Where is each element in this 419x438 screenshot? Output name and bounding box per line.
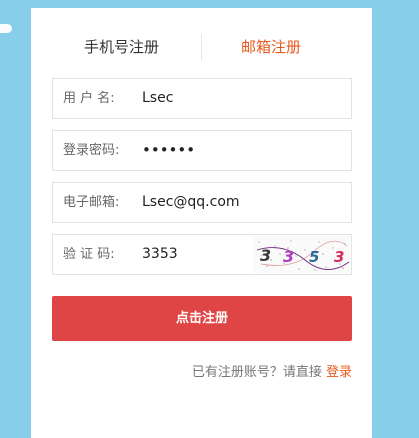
- tab-phone-register[interactable]: 手机号注册: [84, 32, 159, 62]
- email-label: 电子邮箱:: [63, 195, 120, 210]
- password-input[interactable]: ••••••: [142, 131, 195, 170]
- register-card: 手机号注册 邮箱注册 用 户 名: Lsec 登录密码: •••••• 电子邮箱…: [31, 8, 372, 438]
- email-input[interactable]: Lsec@qq.com: [142, 183, 240, 222]
- login-link[interactable]: 登录: [326, 365, 352, 380]
- register-tabs: 手机号注册 邮箱注册: [31, 32, 372, 62]
- captcha-graphic: 3 3 5 3: [256, 240, 350, 271]
- password-field[interactable]: 登录密码: ••••••: [52, 130, 352, 171]
- tab-email-register[interactable]: 邮箱注册: [241, 32, 301, 62]
- captcha-char: 3: [334, 248, 344, 266]
- login-prompt-text: 已有注册账号？请直接: [191, 365, 326, 380]
- verification-code-field[interactable]: 验 证 码: 3353 3 3 5 3: [52, 234, 352, 275]
- captcha-image[interactable]: 3 3 5 3: [253, 236, 350, 273]
- background-cloud: [0, 24, 12, 33]
- email-field[interactable]: 电子邮箱: Lsec@qq.com: [52, 182, 352, 223]
- captcha-char: 3: [260, 246, 271, 265]
- captcha-char: 5: [309, 248, 319, 266]
- captcha-char: 3: [283, 247, 294, 266]
- username-field[interactable]: 用 户 名: Lsec: [52, 78, 352, 119]
- login-hint: 已有注册账号？请直接 登录: [192, 361, 352, 380]
- username-label: 用 户 名:: [63, 91, 115, 106]
- verification-code-input[interactable]: 3353: [142, 235, 178, 274]
- password-label: 登录密码:: [63, 143, 120, 158]
- tab-divider: [201, 34, 202, 60]
- register-submit-button[interactable]: 点击注册: [52, 296, 352, 341]
- username-input[interactable]: Lsec: [142, 79, 173, 118]
- verification-code-label: 验 证 码:: [63, 247, 115, 262]
